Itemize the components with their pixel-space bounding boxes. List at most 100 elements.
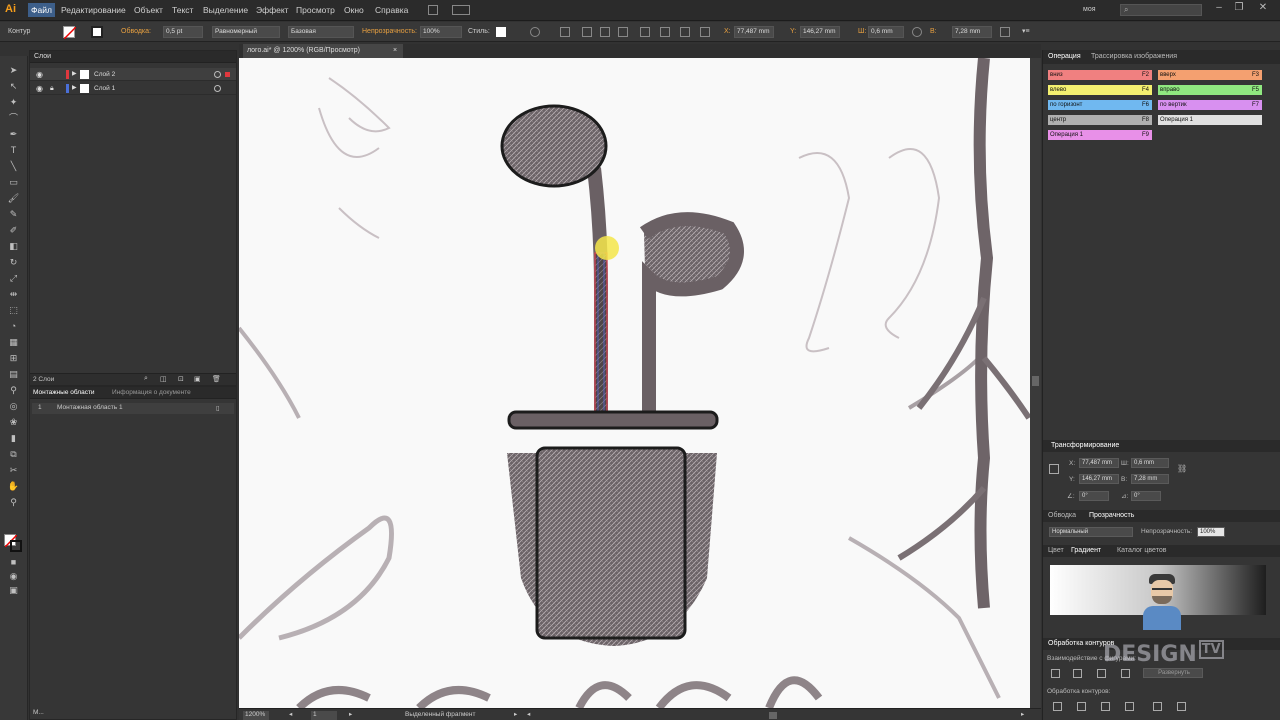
tab-gradient[interactable]: Градиент (1071, 547, 1101, 554)
h-scroll-thumb[interactable] (769, 712, 777, 719)
status-menu-arrow-icon[interactable]: ▸ (514, 710, 517, 718)
menu-effect[interactable]: Эффект (256, 5, 289, 15)
transform-w-field[interactable]: 0,6 mm (1131, 458, 1169, 468)
tab-transparency[interactable]: Прозрачность (1089, 512, 1134, 519)
tab-swatch-libraries[interactable]: Каталог цветов (1117, 547, 1166, 554)
shape-builder-tool-icon[interactable]: ◔ (7, 320, 20, 332)
visibility-eye-icon[interactable]: ◉ (36, 82, 43, 95)
intersect-icon[interactable] (1097, 669, 1106, 678)
scroll-thumb[interactable] (1032, 376, 1039, 386)
eyedropper-tool-icon[interactable]: ⚲ (7, 384, 20, 396)
selected-stem-path[interactable] (594, 252, 608, 416)
lock-icon[interactable]: 🔒︎ (50, 82, 54, 95)
maximize-button[interactable]: ❐ (1230, 2, 1248, 16)
symbol-sprayer-tool-icon[interactable]: ❀ (7, 416, 20, 428)
perspective-grid-tool-icon[interactable]: ▦ (7, 336, 20, 348)
minus-back-icon[interactable] (1177, 702, 1186, 711)
menu-text[interactable]: Текст (172, 5, 193, 15)
hand-tool-icon[interactable]: ✋ (7, 480, 20, 492)
crop-icon[interactable] (1125, 702, 1134, 711)
gradient-tool-icon[interactable]: ▤ (7, 368, 20, 380)
layer-name[interactable]: Слой 2 (94, 68, 115, 81)
divide-icon[interactable] (1053, 702, 1062, 711)
reference-point-icon[interactable] (700, 27, 710, 37)
vertical-scrollbar[interactable] (1030, 58, 1041, 708)
menu-select[interactable]: Выделение (203, 5, 248, 15)
free-transform-tool-icon[interactable]: ⬚ (7, 304, 20, 316)
draw-mode-icon[interactable]: ◉ (7, 570, 20, 582)
expand-arrow-icon[interactable]: ▶ (72, 82, 77, 95)
blend-mode-select[interactable]: Нормальный (1049, 527, 1133, 537)
artboard-name[interactable]: Монтажная область 1 (57, 404, 123, 411)
align-left-icon[interactable] (560, 27, 570, 37)
transform-options-icon[interactable] (1000, 27, 1010, 37)
selection-indicator[interactable] (225, 72, 230, 77)
distribute-icon[interactable] (680, 27, 690, 37)
merge-icon[interactable] (1101, 702, 1110, 711)
arrange-docs-icon[interactable] (452, 5, 470, 15)
target-circle-icon[interactable] (214, 85, 221, 92)
tab-color[interactable]: Цвет (1048, 547, 1064, 554)
trim-icon[interactable] (1077, 702, 1086, 711)
workspace-switcher[interactable]: моя (1083, 6, 1096, 13)
h-scroll-right-icon[interactable]: ▸ (1021, 710, 1024, 718)
stroke-weight-field[interactable]: 0,5 pt (163, 26, 203, 38)
align-right-icon[interactable] (600, 27, 610, 37)
layer-row-1[interactable]: ◉ ▶ Слой 2 (30, 68, 236, 81)
y-field[interactable]: 146,27 mm (800, 26, 840, 38)
transform-x-field[interactable]: 77,487 mm (1079, 458, 1119, 468)
transparency-opacity-field[interactable]: 100% (1197, 527, 1225, 537)
menu-window[interactable]: Окно (344, 5, 364, 15)
action-item[interactable]: вниз F2 (1048, 70, 1152, 80)
menu-help[interactable]: Справка (375, 5, 408, 15)
visibility-eye-icon[interactable]: ◉ (36, 68, 43, 81)
artboard-row[interactable]: 1 Монтажная область 1 ▯ (32, 403, 234, 414)
zoom-tool-icon[interactable]: ⚲ (7, 496, 20, 508)
width-tool-icon[interactable]: ⇹ (7, 288, 20, 300)
graphic-style-swatch[interactable] (496, 27, 506, 37)
height-field[interactable]: 7,28 mm (952, 26, 992, 38)
new-sublayer-icon[interactable]: ⊡ (178, 375, 184, 383)
stroke-color-icon[interactable] (10, 540, 22, 552)
action-item[interactable]: влево F4 (1048, 85, 1152, 95)
reference-point-icon[interactable] (1049, 464, 1059, 474)
layer-row-2[interactable]: ◉ 🔒︎ ▶ Слой 1 (30, 82, 236, 95)
screen-mode-icon[interactable]: ▣ (7, 584, 20, 596)
eraser-tool-icon[interactable]: ◧ (7, 240, 20, 252)
minus-front-icon[interactable] (1073, 669, 1082, 678)
artboard-number-field[interactable]: 1 (311, 711, 337, 720)
type-tool-icon[interactable]: T (7, 144, 20, 156)
action-item[interactable]: вверх F3 (1158, 70, 1262, 80)
tab-image-trace[interactable]: Трассировка изображения (1091, 53, 1177, 60)
stroke-swatch[interactable] (91, 26, 103, 38)
artboard-canvas[interactable] (239, 58, 1030, 708)
direct-selection-tool-icon[interactable]: ↖ (7, 80, 20, 92)
brush-definition[interactable]: Базовая (288, 26, 354, 38)
column-graph-tool-icon[interactable]: ▮ (7, 432, 20, 444)
recolor-icon[interactable] (530, 27, 540, 37)
constrain-proportions-icon[interactable] (912, 27, 922, 37)
action-item[interactable]: центр F8 (1048, 115, 1152, 125)
target-circle-icon[interactable] (214, 71, 221, 78)
transform-y-field[interactable]: 146,27 mm (1079, 474, 1119, 484)
tab-actions[interactable]: Операция (1048, 53, 1081, 60)
paintbrush-tool-icon[interactable]: 🖌 (7, 192, 20, 204)
shear-field[interactable]: 0° (1131, 491, 1161, 501)
menu-object[interactable]: Объект (134, 5, 163, 15)
opacity-label[interactable]: Непрозрачность: (362, 26, 417, 38)
lasso-tool-icon[interactable]: ⌒ (7, 112, 20, 124)
align-center-icon[interactable] (582, 27, 592, 37)
locate-object-icon[interactable]: ⌕ (144, 375, 148, 383)
tab-artboards[interactable]: Монтажные области (33, 389, 95, 396)
action-item[interactable]: Операция 1 (1158, 115, 1262, 125)
pen-tool-icon[interactable]: ✒ (7, 128, 20, 140)
menu-view[interactable]: Просмотр (296, 5, 335, 15)
menu-edit[interactable]: Редактирование (61, 5, 126, 15)
tab-stroke[interactable]: Обводка (1048, 512, 1076, 519)
action-item[interactable]: по вертик F7 (1158, 100, 1262, 110)
clipping-mask-icon[interactable]: ◫ (160, 375, 167, 383)
slice-tool-icon[interactable]: ✂ (7, 464, 20, 476)
stroke-label[interactable]: Обводка: (121, 26, 151, 38)
exclude-icon[interactable] (1121, 669, 1130, 678)
delete-layer-icon[interactable]: 🗑︎ (212, 375, 221, 383)
